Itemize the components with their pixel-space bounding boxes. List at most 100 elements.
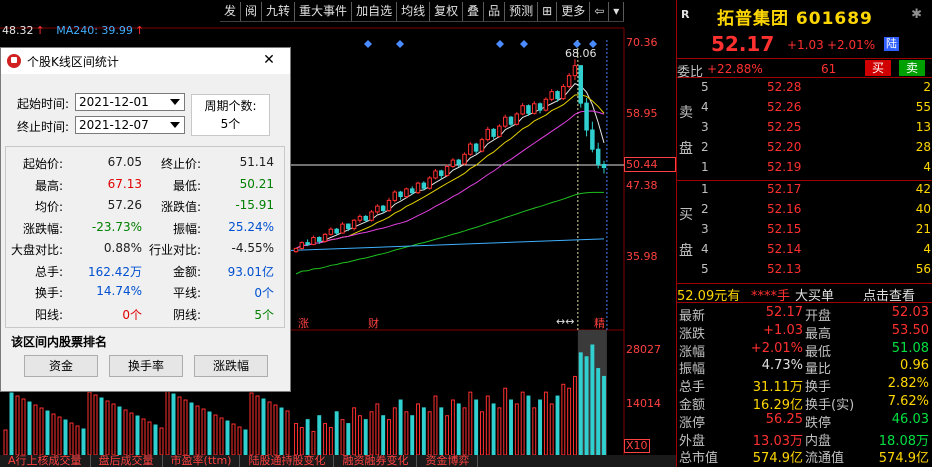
candle-body <box>508 116 514 125</box>
ask-row[interactable]: 1 52.19 4 <box>677 160 932 180</box>
bid-row[interactable]: 4 52.14 4 <box>677 242 932 262</box>
candle-body <box>293 247 299 253</box>
close-icon[interactable]: ✕ <box>256 50 282 70</box>
ask-price: 52.20 <box>767 140 802 154</box>
volume-bar <box>439 407 444 456</box>
bid-row[interactable]: 1 52.17 42 <box>677 182 932 202</box>
volume-bar <box>111 403 116 456</box>
volume-bar <box>213 414 218 456</box>
stat-value: 4.73% <box>761 358 803 374</box>
volume-bar <box>69 422 74 456</box>
gear-icon[interactable]: ✱ <box>911 7 922 22</box>
stat-value: 16.29亿 <box>752 398 803 413</box>
event-tag-zhang[interactable]: 涨 <box>298 315 309 331</box>
end-time-select[interactable]: 2021-12-07 <box>75 116 185 134</box>
volume-bar <box>57 416 62 456</box>
toolbar-fa-button[interactable]: 发 <box>220 2 242 21</box>
toolbar-back-icon[interactable]: ⇦ <box>590 2 610 21</box>
hk-connect-badge: 陆 <box>884 37 899 51</box>
bid-level: 3 <box>701 222 709 236</box>
stat-label: 振幅 <box>679 362 706 378</box>
candle-body <box>456 159 461 165</box>
volume-bar <box>243 429 248 456</box>
stat-value: -15.91 <box>235 198 274 212</box>
volume-bar <box>21 398 26 456</box>
toolbar-forecast-button[interactable]: 预测 <box>505 2 539 21</box>
toolbar-grid-icon[interactable]: ⊞ <box>538 2 558 21</box>
candle-body <box>311 237 316 246</box>
rank-by-change-button[interactable]: 涨跌幅 <box>194 355 268 377</box>
volume-bar <box>503 387 508 456</box>
rank-by-turnover-button[interactable]: 换手率 <box>109 355 183 377</box>
ask-row[interactable]: 2 52.20 28 <box>677 140 932 160</box>
start-time-select[interactable]: 2021-12-01 <box>75 93 185 111</box>
ask-row[interactable]: 4 52.26 55 <box>677 100 932 120</box>
tab-indicator-5[interactable]: 融资融券变化 <box>334 455 418 467</box>
volume-bar <box>87 391 92 456</box>
stat-label: 总手: <box>34 264 63 279</box>
stat-label: 最新 <box>679 309 706 324</box>
buy-button[interactable]: 买 <box>865 60 891 76</box>
volume-bar <box>561 383 566 456</box>
event-marker-icon[interactable] <box>364 40 372 48</box>
volume-bar <box>305 419 310 456</box>
volume-bar <box>485 395 490 456</box>
volume-bar <box>99 397 104 456</box>
toolbar-major-events-button[interactable]: 重大事件 <box>295 2 353 21</box>
stat-label: 起始价: <box>22 157 63 171</box>
toolbar-ma-button[interactable]: 均线 <box>397 2 431 21</box>
candle-body <box>409 188 415 194</box>
toolbar-add-watchlist-button[interactable]: 加自选 <box>352 2 398 21</box>
volume-bar <box>340 419 345 456</box>
volume-bar <box>404 411 409 456</box>
bid-row[interactable]: 2 52.16 40 <box>677 202 932 222</box>
bid-row[interactable]: 5 52.13 56 <box>677 262 932 282</box>
bid-book: 买 盘 1 52.17 42 2 52.16 40 3 52.15 21 4 52.14 4 5 52.1… <box>677 182 932 282</box>
tab-indicator-2[interactable]: 盘后成交量 <box>91 455 163 467</box>
event-marker-icon[interactable] <box>496 40 504 48</box>
tab-indicator-4[interactable]: 陆股通持股变化 <box>240 455 335 467</box>
candle-body <box>322 233 328 242</box>
quote-stat-row: 总市值 574.9亿 流通值 574.9亿 <box>677 447 932 467</box>
tab-indicator-6[interactable]: 资金博弈 <box>417 455 479 467</box>
candle-body <box>566 75 572 87</box>
volume-bar <box>279 407 284 456</box>
end-time-label: 终止时间: <box>17 120 70 134</box>
toolbar-adjust-button[interactable]: 复权 <box>430 2 464 21</box>
volume-bar <box>39 407 44 456</box>
stat-value: 574.9亿 <box>878 451 929 467</box>
event-marker-icon[interactable] <box>520 40 528 48</box>
ask-book: 卖 盘 5 52.28 2 4 52.26 55 3 52.25 13 2 52.20 28 1 52.1… <box>677 80 932 180</box>
toolbar-jiuzhuan-button[interactable]: 九转 <box>262 2 296 21</box>
toolbar-yue-button[interactable]: 阅 <box>241 2 263 21</box>
bid-row[interactable]: 3 52.15 21 <box>677 222 932 242</box>
event-tag-jing[interactable]: 精 <box>594 315 605 331</box>
stat-value: 52.17 <box>765 305 803 320</box>
dialog-titlebar[interactable]: 个股K线区间统计 ✕ <box>1 48 290 74</box>
volume-bar <box>45 410 50 456</box>
ask-price: 52.28 <box>767 80 802 94</box>
bid-volume: 56 <box>915 262 931 276</box>
last-price: 52.17 <box>711 32 775 56</box>
book-divider <box>677 180 932 181</box>
event-tag-cai[interactable]: 财 <box>368 315 379 331</box>
event-marker-icon[interactable] <box>396 40 404 48</box>
bid-price: 52.17 <box>767 182 802 196</box>
ask-price: 52.26 <box>767 100 802 114</box>
volume-bar <box>462 407 467 456</box>
rank-by-fund-button[interactable]: 资金 <box>24 355 98 377</box>
bid-level: 5 <box>701 262 709 276</box>
tab-indicator-3[interactable]: 市盈率(ttm) <box>163 455 241 467</box>
toolbar-more-button[interactable]: 更多 <box>557 2 591 21</box>
ask-row[interactable]: 3 52.25 13 <box>677 120 932 140</box>
quote-stat-row: 金额 16.29亿 换手(实) 7.62% <box>677 394 932 413</box>
ma240-arrow-icon: ↑ <box>134 24 145 37</box>
volume-bar <box>456 403 461 456</box>
tab-indicator-1[interactable]: A行上核成交量 <box>0 455 91 467</box>
toolbar-pin-button[interactable]: 品 <box>484 2 506 21</box>
ask-row[interactable]: 5 52.28 2 <box>677 80 932 100</box>
sell-button[interactable]: 卖 <box>899 60 925 76</box>
toolbar-overlay-button[interactable]: 叠 <box>463 2 485 21</box>
candle-body <box>555 91 560 100</box>
toolbar-dropdown-icon[interactable]: ▾ <box>609 2 625 21</box>
